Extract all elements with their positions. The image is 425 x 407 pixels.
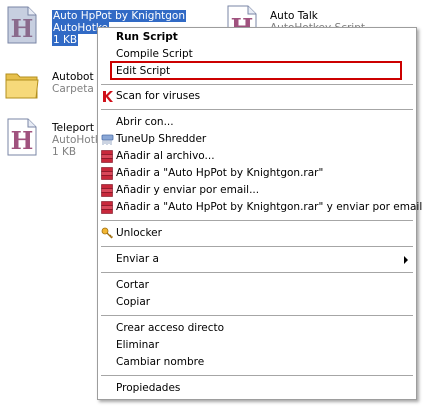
menu-item-anadir-email[interactable]: Añadir y enviar por email... <box>100 182 414 199</box>
menu-separator <box>101 315 413 316</box>
menu-separator <box>101 84 413 85</box>
menu-item-tuneup-shredder[interactable]: TuneUp Shredder <box>100 131 414 148</box>
menu-separator <box>101 272 413 273</box>
unlocker-icon <box>101 227 113 239</box>
menu-item-label: Cambiar nombre <box>116 356 205 368</box>
menu-item-label: Añadir y enviar por email... <box>116 184 260 196</box>
menu-item-cortar[interactable]: Cortar <box>100 277 414 294</box>
file-teleport[interactable]: H Teleport AutoHotk 1 KB <box>0 112 101 162</box>
menu-item-anadir-archivo[interactable]: Añadir al archivo... <box>100 148 414 165</box>
menu-item-label: Unlocker <box>116 227 162 239</box>
file-name: Autobot <box>52 71 94 83</box>
winrar-icon <box>101 167 113 180</box>
file-name: Teleport <box>52 122 94 134</box>
file-size: 1 KB <box>52 146 77 158</box>
svg-text:H: H <box>11 126 34 155</box>
file-type: AutoHotk <box>52 134 101 146</box>
menu-item-abrir-con[interactable]: Abrir con... <box>100 114 414 131</box>
file-name: Auto HpPot by Knightgon <box>52 10 186 22</box>
menu-item-label: Añadir a "Auto HpPot by Knightgon.rar" y… <box>116 201 423 213</box>
menu-item-propiedades[interactable]: Propiedades <box>100 380 414 397</box>
ahk-script-icon: H <box>7 118 37 156</box>
menu-item-enviar-a[interactable]: Enviar a <box>100 251 414 268</box>
edit-script-highlight <box>110 61 402 80</box>
shredder-icon <box>101 134 114 145</box>
context-menu: Run Script Compile Script Edit Script Sc… <box>97 27 422 400</box>
menu-item-label: Eliminar <box>116 339 160 351</box>
menu-item-label: Scan for viruses <box>116 90 201 102</box>
winrar-icon <box>101 201 113 214</box>
menu-item-label: Propiedades <box>116 382 181 394</box>
winrar-icon <box>101 150 113 163</box>
menu-separator <box>101 375 413 376</box>
menu-item-label: Copiar <box>116 296 151 308</box>
svg-text:H: H <box>11 14 34 43</box>
menu-item-label: Abrir con... <box>116 116 174 128</box>
menu-item-label: TuneUp Shredder <box>116 133 207 145</box>
ahk-script-icon: H <box>7 6 37 44</box>
winrar-icon <box>101 184 113 197</box>
menu-item-label: Run Script <box>116 31 178 43</box>
menu-item-crear-acceso[interactable]: Crear acceso directo <box>100 320 414 337</box>
menu-item-copiar[interactable]: Copiar <box>100 294 414 311</box>
file-type: Carpeta d <box>52 83 104 95</box>
menu-item-scan-viruses[interactable]: Scan for viruses <box>100 88 414 105</box>
menu-separator <box>101 109 413 110</box>
file-size: 1 KB <box>52 34 79 46</box>
menu-item-label: Enviar a <box>116 253 159 265</box>
menu-item-label: Añadir al archivo... <box>116 150 215 162</box>
menu-separator <box>101 246 413 247</box>
menu-item-label: Cortar <box>116 279 149 291</box>
menu-item-eliminar[interactable]: Eliminar <box>100 337 414 354</box>
menu-item-run-script[interactable]: Run Script <box>100 29 414 46</box>
kaspersky-icon <box>103 91 113 102</box>
menu-item-unlocker[interactable]: Unlocker <box>100 225 414 242</box>
file-name: Auto Talk <box>270 10 318 22</box>
file-autobot[interactable]: Autobot Carpeta d <box>0 60 104 100</box>
menu-item-cambiar-nombre[interactable]: Cambiar nombre <box>100 354 414 371</box>
menu-item-anadir-rar-email[interactable]: Añadir a "Auto HpPot by Knightgon.rar" y… <box>100 199 422 216</box>
menu-item-label: Crear acceso directo <box>116 322 225 334</box>
folder-icon <box>5 73 39 99</box>
menu-item-label: Añadir a "Auto HpPot by Knightgon.rar" <box>116 167 324 179</box>
file-auto-talk[interactable]: H Auto Talk AutoHotkey Script <box>220 0 420 43</box>
menu-item-anadir-rar[interactable]: Añadir a "Auto HpPot by Knightgon.rar" <box>100 165 414 182</box>
submenu-arrow-icon <box>404 256 408 264</box>
menu-separator <box>101 220 413 221</box>
